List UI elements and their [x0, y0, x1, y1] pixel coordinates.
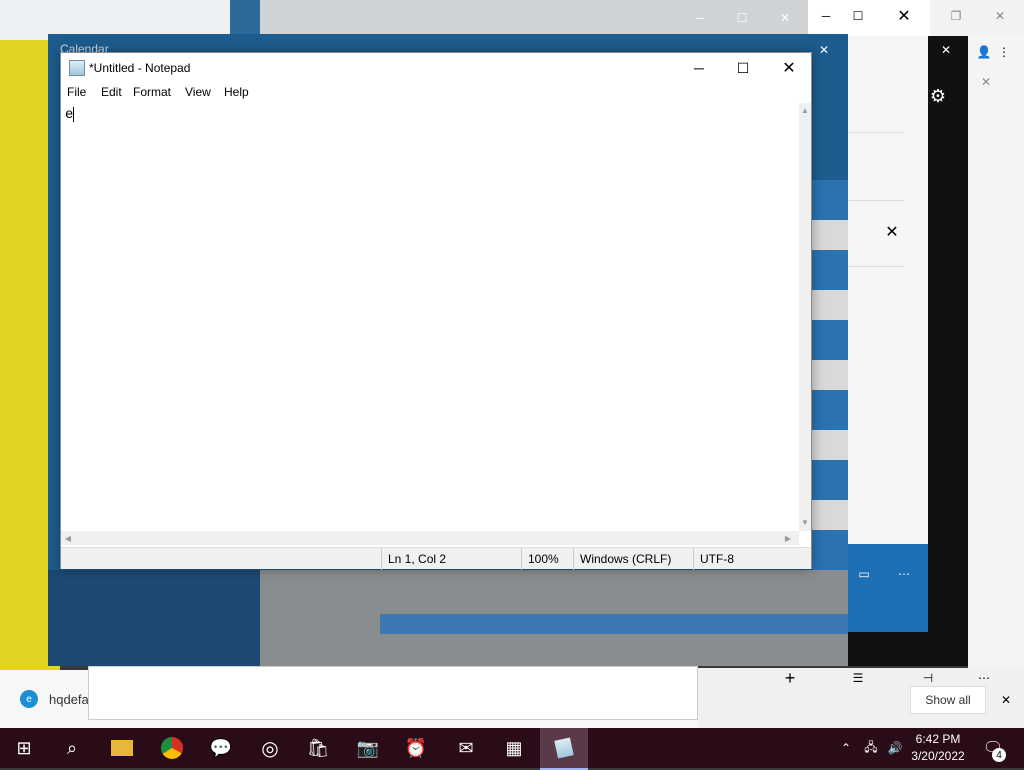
calendar-icon[interactable]: ▦	[490, 728, 538, 768]
list-icon[interactable]: ☰	[848, 668, 868, 688]
picture-icon[interactable]: ▭	[854, 564, 874, 584]
volume-icon[interactable]: 🔊	[886, 738, 904, 758]
minimize-icon[interactable]: ─	[816, 6, 836, 26]
add-icon[interactable]: +	[780, 668, 800, 688]
status-position: Ln 1, Col 2	[381, 548, 521, 570]
store-icon[interactable]: 🛍	[294, 728, 342, 768]
minimize-icon[interactable]: ─	[690, 8, 710, 28]
feedback-icon[interactable]: 💬	[197, 728, 245, 768]
menu-bar: File Edit Format View Help	[61, 83, 811, 103]
background-window-browser: ❐ ✕	[930, 0, 1024, 36]
background-settings-panel: ✕	[848, 36, 928, 544]
file-explorer-icon[interactable]	[98, 728, 146, 768]
notepad-window: *Untitled - Notepad ─ ☐ ✕ File Edit Form…	[60, 52, 812, 570]
calendar-sidebar	[48, 570, 260, 666]
close-icon[interactable]: ✕	[990, 6, 1010, 26]
background-window-settings: ─ ☐ ✕	[808, 0, 930, 36]
close-icon[interactable]: ✕	[936, 40, 956, 60]
more-horizontal-icon[interactable]: ⋯	[974, 668, 994, 688]
network-icon[interactable]: 🖧	[862, 738, 880, 758]
restore-icon[interactable]: ❐	[946, 6, 966, 26]
menu-format[interactable]: Format	[133, 85, 171, 99]
status-zoom: 100%	[521, 548, 573, 570]
notepad-icon	[69, 60, 85, 76]
clock-date[interactable]: 3/20/2022	[906, 749, 970, 763]
more-vertical-icon[interactable]: ⋮	[994, 42, 1014, 62]
more-horizontal-icon[interactable]: ⋯	[894, 564, 914, 584]
calendar-cells	[812, 180, 848, 570]
start-icon[interactable]: ⊞	[0, 728, 48, 768]
window-title: *Untitled - Notepad	[89, 61, 191, 75]
close-icon[interactable]: ✕	[814, 40, 834, 60]
notepad-icon[interactable]	[540, 728, 588, 770]
show-all-button[interactable]: Show all	[910, 686, 986, 714]
account-icon[interactable]: 👤	[974, 42, 994, 62]
notification-badge: 4	[992, 748, 1006, 762]
groove-icon[interactable]: ◎	[246, 728, 294, 768]
close-icon[interactable]: ✕	[996, 690, 1016, 710]
taskbar: ⊞ ⌕ 💬 ◎ 🛍 📷 ⏰ ✉ ▦ ⌃ 🖧 🔊 6:42 PM 3/20/202…	[0, 728, 1024, 770]
scroll-left-icon[interactable]: ◀	[63, 532, 73, 544]
status-bar: Ln 1, Col 2 100% Windows (CRLF) UTF-8	[61, 547, 811, 570]
maximize-icon[interactable]: ☐	[848, 6, 868, 26]
chevron-up-icon[interactable]: ⌃	[838, 738, 854, 758]
chrome-icon[interactable]	[148, 728, 196, 768]
menu-help[interactable]: Help	[224, 85, 249, 99]
background-blue-bar: ▭ ⋯	[848, 544, 928, 632]
notepad-titlebar[interactable]: *Untitled - Notepad ─ ☐ ✕	[61, 53, 811, 83]
text-cursor	[73, 107, 75, 122]
minimize-icon[interactable]: ─	[687, 57, 711, 79]
background-browser-strip: 👤 ⋮ ✕	[968, 36, 1024, 696]
close-icon[interactable]: ✕	[775, 8, 795, 28]
close-icon[interactable]: ✕	[777, 57, 801, 79]
status-line-ending: Windows (CRLF)	[573, 548, 693, 570]
status-encoding: UTF-8	[693, 548, 797, 570]
calendar-row	[380, 614, 848, 634]
maximize-icon[interactable]: ☐	[731, 57, 755, 79]
clock-time[interactable]: 6:42 PM	[906, 732, 970, 746]
menu-view[interactable]: View	[185, 85, 211, 99]
text-editor[interactable]: e	[61, 103, 799, 531]
vertical-scrollbar[interactable]: ▲ ▼	[799, 103, 811, 531]
gear-icon[interactable]: ⚙	[928, 86, 948, 106]
menu-edit[interactable]: Edit	[101, 85, 122, 99]
close-icon[interactable]: ✕	[976, 72, 996, 92]
menu-file[interactable]: File	[67, 85, 86, 99]
close-icon[interactable]: ✕	[882, 222, 902, 242]
close-icon[interactable]: ✕	[894, 6, 914, 26]
pin-icon[interactable]: ⊣	[918, 668, 938, 688]
maximize-icon[interactable]: ☐	[732, 8, 752, 28]
alarms-icon[interactable]: ⏰	[392, 728, 440, 768]
scroll-right-icon[interactable]: ▶	[783, 532, 793, 544]
edge-icon: e	[20, 690, 38, 708]
download-bar-panel	[88, 666, 698, 720]
search-icon[interactable]: ⌕	[48, 728, 96, 768]
horizontal-scrollbar[interactable]: ◀ ▶	[61, 531, 799, 545]
scroll-up-icon[interactable]: ▲	[799, 105, 811, 115]
scroll-down-icon[interactable]: ▼	[799, 517, 811, 527]
download-filename: hqdefa	[49, 692, 89, 707]
mail-icon[interactable]: ✉	[442, 728, 490, 768]
camera-icon[interactable]: 📷	[344, 728, 392, 768]
editor-text: e	[65, 107, 74, 124]
notification-toolbar: + ☰ ⊣ ⋯ Show all ✕	[698, 668, 1024, 728]
